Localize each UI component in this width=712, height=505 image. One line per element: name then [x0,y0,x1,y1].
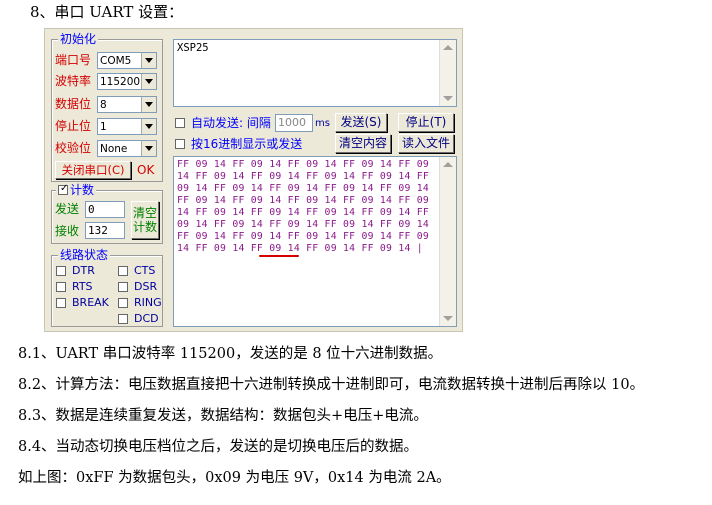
interval-value: 1000 [278,116,306,129]
count-legend: 计数 [70,183,95,197]
rts-label: RTS [72,280,93,293]
paragraph-8-2: 8.2、计算方法：电压数据直接把十六进制转换成十进制即可，电流数据转换十进制后再… [18,377,645,393]
recv-count-field[interactable]: 132 [85,222,125,239]
count-group: ✓ 计数 发送 0 接收 132 清空 计数 [51,183,163,244]
dcd-checkbox[interactable] [118,314,128,324]
clear-count-button[interactable]: 清空 计数 [131,201,159,239]
port-select[interactable]: COM5 [97,52,157,69]
stopbits-value: 1 [100,121,107,133]
clear-content-button[interactable]: 清空内容 [335,134,391,153]
chevron-down-icon[interactable] [141,74,156,89]
receive-textarea[interactable]: FF 09 14 FF 09 14 FF 09 14 FF 09 14 FF 0… [173,156,457,327]
paragraph-8-1: 8.1、UART 串口波特率 115200，发送的是 8 位十六进制数据。 [18,346,443,362]
close-port-button[interactable]: 关闭串口(C) [55,161,131,179]
clear-count-label-1: 清空 [132,206,157,220]
init-legend: 初始化 [58,32,99,46]
auto-send-label: 自动发送: 间隔 [191,116,271,130]
recv-count-value: 132 [88,224,108,237]
baud-label: 波特率 [55,74,92,88]
scroll-up-icon[interactable] [443,45,453,50]
parity-value: None [100,143,128,155]
scroll-down-icon[interactable] [443,96,453,101]
serial-tool-window: 初始化 端口号 COM5 波特率 115200 数据位 8 停止位 1 校验位 … [44,28,463,332]
send-count-value: 0 [88,203,95,216]
receive-line: 14 FF 09 14 FF 09 14 FF 09 14 FF 09 14 F… [177,171,430,182]
scroll-down-icon[interactable] [443,316,453,321]
chevron-down-icon[interactable] [141,119,156,134]
paragraph-8-4: 8.4、当动态切换电压档位之后，发送的是切换电压后的数据。 [18,439,419,455]
send-textarea[interactable]: XSP25 [173,39,457,107]
port-label: 端口号 [55,53,92,67]
send-text: XSP25 [177,42,209,54]
databits-label: 数据位 [55,97,92,111]
dtr-label: DTR [72,264,95,277]
count-checkbox[interactable]: ✓ [58,183,68,195]
rts-checkbox[interactable] [56,282,66,292]
ring-label: RING [134,296,162,309]
receive-line: 14 FF 09 14 FF 09 14 FF 09 14 FF 09 14 | [177,243,423,254]
receive-line: FF 09 14 FF 09 14 FF 09 14 FF 09 14 FF 0… [177,195,430,206]
send-button[interactable]: 发送(S) [335,113,387,132]
interval-unit: ms [315,118,330,129]
count-legend-wrap: ✓ 计数 [56,183,97,197]
dsr-label: DSR [134,280,158,293]
break-checkbox[interactable] [56,298,66,308]
receive-line: 09 14 FF 09 14 FF 09 14 FF 09 14 FF 09 1… [177,219,430,230]
dtr-checkbox[interactable] [56,266,66,276]
port-status: OK [137,163,155,177]
init-group: 初始化 端口号 COM5 波特率 115200 数据位 8 停止位 1 校验位 … [51,32,163,182]
parity-label: 校验位 [55,141,92,155]
line-status-legend: 线路状态 [58,248,111,262]
chevron-down-icon[interactable] [141,141,156,156]
send-scrollbar[interactable] [439,40,456,106]
clear-count-label-2: 计数 [132,220,157,234]
auto-send-checkbox[interactable] [175,118,185,128]
receive-line: FF 09 14 FF 09 14 FF 09 14 FF 09 14 FF 0… [177,231,430,242]
chevron-down-icon[interactable] [141,53,156,68]
databits-value: 8 [100,99,107,111]
stopbits-label: 停止位 [55,119,92,133]
paragraph-summary: 如上图：0xFF 为数据包头，0x09 为电压 9V，0x14 为电流 2A。 [18,470,451,486]
cts-label: CTS [134,264,156,277]
chevron-down-icon[interactable] [141,97,156,112]
send-count-label: 发送 [55,202,80,216]
recv-count-label: 接收 [55,224,80,238]
cts-checkbox[interactable] [118,266,128,276]
stopbits-select[interactable]: 1 [97,118,157,135]
receive-line: FF 09 14 FF 09 14 FF 09 14 FF 09 14 FF 0… [177,159,430,170]
receive-line: 14 FF 09 14 FF 09 14 FF 09 14 FF 09 14 F… [177,207,430,218]
hex-label: 按16进制显示或发送 [191,137,303,151]
read-file-button[interactable]: 读入文件 [398,134,454,153]
break-label: BREAK [72,296,109,309]
send-count-field[interactable]: 0 [85,201,125,218]
receive-line: 09 14 FF 09 14 FF 09 14 FF 09 14 FF 09 1… [177,183,430,194]
dcd-label: DCD [134,312,159,325]
stop-button[interactable]: 停止(T) [398,113,454,132]
paragraph-8-3: 8.3、数据是连续重复发送，数据结构：数据包头+电压+电流。 [18,408,428,424]
scroll-up-icon[interactable] [443,162,453,167]
parity-select[interactable]: None [97,140,157,157]
section-heading: 8、串口 UART 设置： [30,3,184,21]
databits-select[interactable]: 8 [97,96,157,113]
baud-value: 115200 [100,76,141,88]
ring-checkbox[interactable] [118,298,128,308]
red-underline-annotation [259,255,299,257]
hex-checkbox[interactable] [175,139,185,149]
port-value: COM5 [100,55,132,67]
line-status-group: 线路状态 DTR CTS RTS DSR BREAK RING DCD [51,248,163,327]
baud-select[interactable]: 115200 [97,73,157,90]
receive-scrollbar[interactable] [439,157,456,326]
dsr-checkbox[interactable] [118,282,128,292]
interval-field[interactable]: 1000 [275,114,313,132]
